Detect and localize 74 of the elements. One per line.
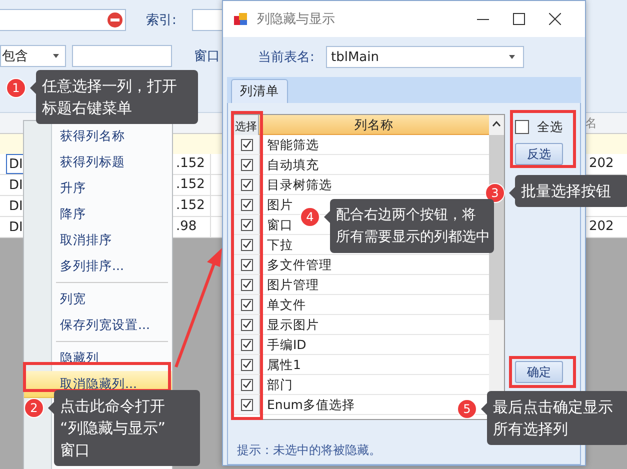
hint-text: 提示：未选中的将被隐藏。 (236, 442, 382, 459)
table-cell-text: .152 (176, 197, 206, 215)
index-label: 索引: (146, 12, 176, 29)
checkbox[interactable] (240, 398, 252, 410)
table-cell-text: 窗口 (266, 216, 293, 234)
table-cell-text: .152 (176, 176, 206, 194)
table-cell-text: 目录树筛选 (266, 176, 332, 194)
table-cell-text: 显示图片 (266, 316, 319, 334)
table-cell-text: 多文件管理 (266, 256, 332, 274)
scroll-up-icon[interactable] (492, 121, 501, 127)
table-cell-text: 部门 (266, 376, 293, 394)
search-field[interactable] (0, 9, 126, 31)
callout-text: 批量选择按钮 (521, 181, 612, 202)
table-cell: 202 (589, 156, 614, 171)
table-cell-text: DI (8, 177, 24, 195)
checkbox[interactable] (240, 138, 252, 150)
table-cell-text: DI (8, 219, 24, 237)
table-cell-text: DI (8, 198, 24, 216)
checkbox[interactable] (240, 218, 252, 230)
clear-icon[interactable] (107, 12, 123, 28)
table-cell-text: 智能筛选 (266, 136, 319, 154)
caret-icon (53, 54, 59, 58)
checkbox[interactable] (240, 198, 252, 210)
ok-button[interactable]: 确定 (515, 361, 563, 383)
checkbox[interactable] (240, 358, 252, 370)
app-icon (233, 11, 249, 27)
table-name-label: 当前表名: (258, 49, 316, 66)
invert-button[interactable]: 反选 (515, 143, 563, 165)
menu-item[interactable]: 降序 (24, 201, 172, 227)
match-dropdown[interactable]: 包含 (0, 45, 66, 67)
select-all-checkbox[interactable]: 全选 (515, 117, 563, 137)
table-cell-text: Enum多值选择 (266, 396, 355, 414)
menu-item[interactable]: 取消排序 (24, 227, 172, 253)
callout-text: 任意选择一列，打开 标题右键菜单 (42, 76, 178, 119)
table-cell-text: 单文件 (266, 296, 306, 314)
checkbox[interactable] (240, 298, 252, 310)
table-cell-text: 下拉 (266, 236, 293, 254)
table-cell-text: 图片 (266, 196, 293, 214)
table-cell: 202 (589, 219, 614, 234)
filter-field[interactable] (72, 45, 172, 67)
menu-item[interactable]: 保存列宽设置... (24, 312, 172, 338)
menu-item[interactable]: 多列排序... (24, 253, 172, 279)
menu-item[interactable]: 获得列标题 (24, 149, 172, 175)
column-header: 列名称 (259, 115, 489, 135)
callout-text: 最后点击确定显示 所有选择列 (493, 397, 614, 440)
menu-item[interactable]: 获得列名称 (24, 123, 172, 149)
callout-text: 配合右边两个按钮，将 所有需要显示的列都选中 (336, 206, 488, 247)
table-cell-text: 手编ID (266, 336, 306, 354)
menu-item[interactable]: 列宽 (24, 286, 172, 312)
column-header: 选择 (234, 115, 259, 135)
maximize-icon[interactable] (513, 13, 525, 25)
table-name-dropdown[interactable]: tblMain (326, 46, 524, 68)
highlight-frame (510, 110, 576, 168)
checkbox[interactable] (240, 378, 252, 390)
highlight-frame (509, 356, 576, 388)
checkbox[interactable] (240, 318, 252, 330)
table-cell-text: 属性1 (266, 356, 301, 374)
checkbox[interactable] (240, 258, 252, 270)
window-label: 窗口 (194, 48, 220, 65)
close-icon[interactable] (549, 13, 561, 25)
table-cell-text: .98 (176, 218, 198, 236)
menu-item[interactable]: 升序 (24, 175, 172, 201)
checkbox[interactable] (240, 278, 252, 290)
tab[interactable]: 列清单 (231, 79, 288, 103)
callout-text: 点击此命令打开 “列隐藏与显示” 窗口 (60, 396, 167, 461)
checkbox[interactable] (240, 338, 252, 350)
checkbox[interactable] (240, 238, 252, 250)
table-cell-text: .152 (176, 155, 206, 173)
checkbox[interactable] (240, 178, 252, 190)
table-cell-text: 自动填充 (266, 156, 319, 174)
table-cell-text: 图片管理 (266, 276, 319, 294)
checkbox[interactable] (240, 158, 252, 170)
caret-icon (509, 55, 515, 59)
window-title: 列隐藏与显示 (257, 11, 336, 28)
